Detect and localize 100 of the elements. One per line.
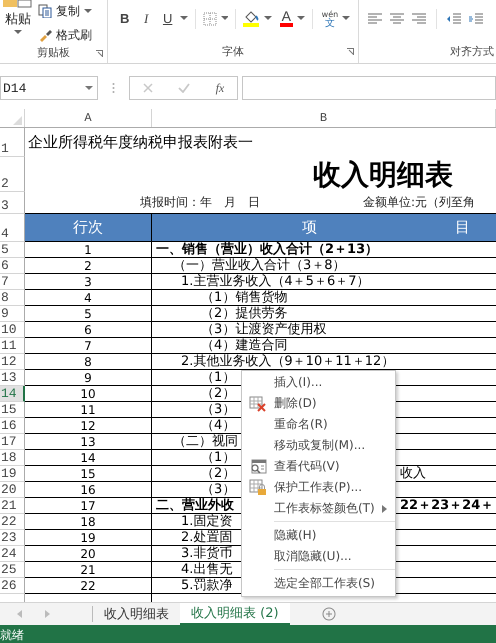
- menu-item[interactable]: 插入(I)...: [242, 372, 395, 393]
- row-header[interactable]: 22: [0, 514, 25, 530]
- row-header[interactable]: 13: [0, 370, 25, 386]
- row-header[interactable]: 7: [0, 274, 25, 290]
- row-header[interactable]: 2: [0, 157, 25, 192]
- row-header[interactable]: 21: [0, 498, 25, 514]
- launcher-icon[interactable]: [347, 48, 354, 55]
- row-header[interactable]: 15: [0, 402, 25, 418]
- row-header[interactable]: 26: [0, 578, 25, 594]
- underline-button[interactable]: U: [158, 11, 176, 26]
- row-header[interactable]: 14: [0, 386, 25, 402]
- table-cell: 14: [25, 450, 152, 466]
- borders-icon[interactable]: [203, 12, 217, 26]
- menu-item[interactable]: 移动或复制(M)...: [242, 435, 395, 456]
- group-label: 字体: [222, 44, 244, 58]
- row-header[interactable]: 6: [0, 258, 25, 274]
- fill-date-label: 填报时间：年 月 日: [140, 194, 261, 211]
- table-cell-text: 二、营业外收: [155, 498, 234, 513]
- row-header[interactable]: 8: [0, 290, 25, 306]
- row-header[interactable]: 11: [0, 338, 25, 354]
- column-heading: 目: [455, 218, 470, 237]
- align-left-icon[interactable]: [367, 12, 383, 24]
- column-heading: 行次: [25, 214, 152, 242]
- table-cell: 3: [25, 274, 152, 290]
- row-header[interactable]: 17: [0, 434, 25, 450]
- table-cell: 11: [25, 402, 152, 418]
- copy-icon: [38, 4, 52, 18]
- table-cell-text: （3）: [200, 402, 236, 417]
- table-cell: 22＋23＋24＋: [400, 498, 494, 513]
- table-cell: 6: [25, 322, 152, 338]
- table-cell-text: （二）视同: [172, 434, 238, 449]
- column-header[interactable]: A: [25, 109, 152, 127]
- status-text: 就绪: [0, 626, 24, 643]
- row-header[interactable]: 23: [0, 530, 25, 546]
- italic-button[interactable]: I: [137, 10, 155, 26]
- increase-indent-icon[interactable]: [468, 12, 484, 24]
- table-cell-text: （1）销售货物: [200, 290, 288, 305]
- copy-button[interactable]: 复制: [36, 1, 94, 21]
- paste-button[interactable]: 粘贴: [0, 0, 36, 45]
- caret-icon: [85, 86, 93, 90]
- menu-item[interactable]: 重命名(R): [242, 414, 395, 435]
- menu-item[interactable]: 工作表标签颜色(T): [242, 498, 395, 519]
- row-header[interactable]: 18: [0, 450, 25, 466]
- add-sheet-icon[interactable]: [322, 607, 336, 621]
- form-caption: 企业所得税年度纳税申报表附表一: [27, 133, 253, 152]
- fill-color-icon[interactable]: [243, 10, 260, 27]
- table-cell-text: （3）让渡资产使用权: [200, 322, 326, 337]
- grip-icon: [112, 82, 115, 94]
- formula-input[interactable]: [242, 76, 496, 100]
- table-cell-text: 2.其他业务收入（9＋10＋11＋12）: [180, 354, 394, 369]
- row-header[interactable]: 24: [0, 546, 25, 562]
- insert-function-button[interactable]: fx: [216, 80, 224, 96]
- name-box[interactable]: D14: [0, 76, 98, 100]
- row-header[interactable]: 16: [0, 418, 25, 434]
- caret-icon: [84, 8, 92, 14]
- table-cell: 22: [25, 578, 152, 594]
- font-color-button[interactable]: A: [280, 10, 293, 27]
- decrease-indent-icon[interactable]: [446, 12, 462, 24]
- table-cell: 8: [25, 354, 152, 370]
- sheet-tab[interactable]: 收入明细表: [93, 603, 180, 625]
- sheet-tab[interactable]: 收入明细表 (2): [180, 603, 290, 625]
- table-cell-text: （一）营业收入合计（3＋8）: [172, 258, 346, 273]
- table-cell-text: 1.主营业务收入（4＋5＋6＋7）: [180, 274, 370, 289]
- row-header[interactable]: 10: [0, 322, 25, 338]
- menu-item[interactable]: 查看代码(V): [242, 456, 395, 477]
- row-header[interactable]: 12: [0, 354, 25, 370]
- row-header[interactable]: 3: [0, 192, 25, 214]
- menu-item[interactable]: 删除(D): [242, 393, 395, 414]
- row-header[interactable]: 9: [0, 306, 25, 322]
- menu-item[interactable]: 保护工作表(P)...: [242, 477, 395, 498]
- table-cell-text: 一、销售（营业）收入合计（2＋13）: [155, 242, 378, 257]
- caret-icon[interactable]: [342, 16, 350, 21]
- align-center-icon[interactable]: [389, 12, 405, 24]
- row-header[interactable]: 4: [0, 214, 25, 242]
- column-header[interactable]: B: [152, 109, 496, 127]
- format-painter-button[interactable]: 格式刷: [36, 25, 94, 45]
- caret-icon[interactable]: [180, 16, 188, 21]
- caret-icon[interactable]: [296, 16, 305, 21]
- row-header[interactable]: 20: [0, 482, 25, 498]
- table-cell: 18: [25, 514, 152, 530]
- bold-button[interactable]: B: [116, 11, 134, 26]
- table-cell: 13: [25, 434, 152, 450]
- table-cell: 2: [25, 258, 152, 274]
- table-cell: 17: [25, 498, 152, 514]
- phonetic-button[interactable]: wén 文: [322, 10, 338, 28]
- menu-item[interactable]: 取消隐藏(U)...: [242, 546, 395, 567]
- table-cell-text: （2）提供劳务: [200, 306, 288, 321]
- caret-icon[interactable]: [264, 16, 272, 21]
- row-header[interactable]: 5: [0, 242, 25, 258]
- row-header[interactable]: 25: [0, 562, 25, 578]
- caret-icon[interactable]: [220, 16, 228, 21]
- protect-sheet-icon: [249, 479, 267, 496]
- table-cell-text: 4.出售无: [180, 562, 232, 577]
- align-right-icon[interactable]: [411, 12, 427, 24]
- table-cell: 9: [25, 370, 152, 386]
- amount-unit-label: 金额单位:元（列至角: [363, 194, 476, 211]
- table-cell: 收入: [400, 466, 426, 481]
- row-header[interactable]: 19: [0, 466, 25, 482]
- launcher-icon[interactable]: [96, 50, 103, 57]
- row-header[interactable]: 1: [0, 128, 25, 157]
